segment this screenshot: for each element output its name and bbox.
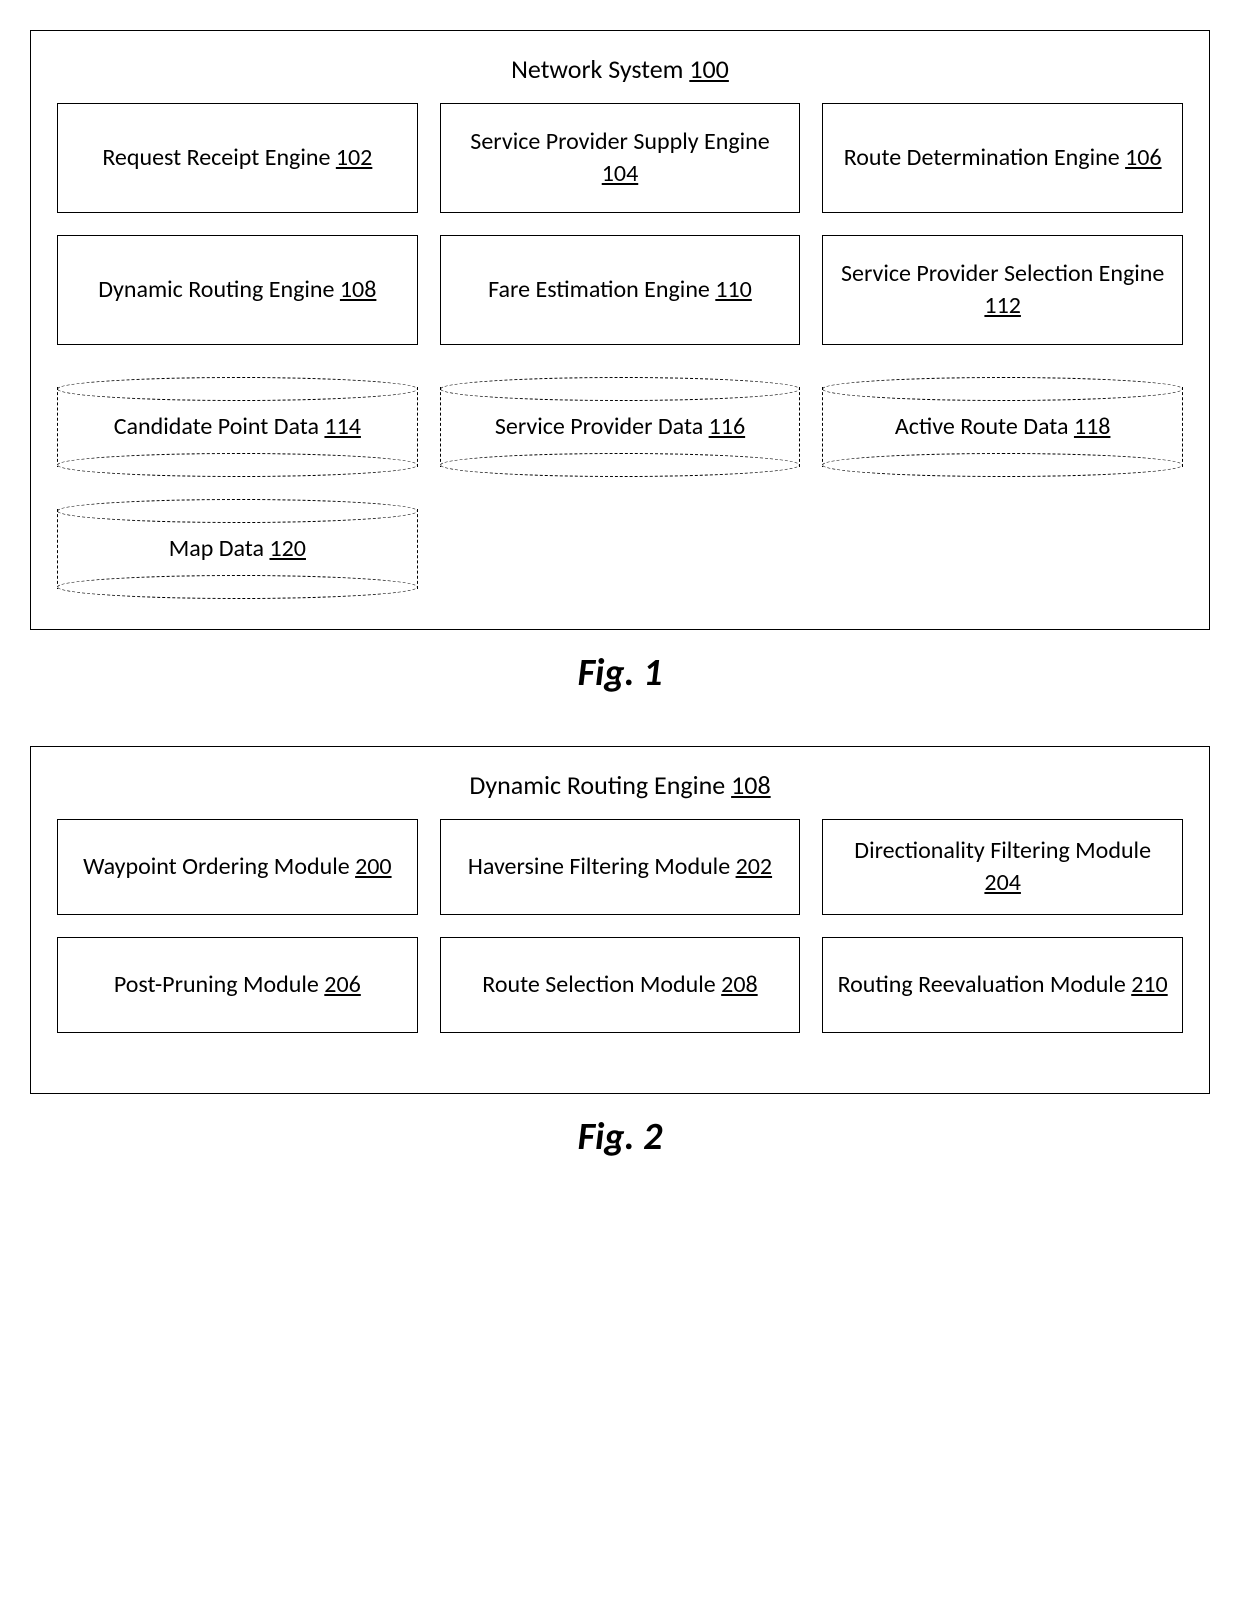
box-label: Service Provider Supply Engine: [470, 127, 769, 156]
box-ref: 108: [340, 275, 377, 304]
figure-2-title: Dynamic Routing Engine 108: [57, 769, 1183, 801]
cylinder-ref: 120: [269, 534, 306, 563]
box-fare-estimation-engine: Fare Estimation Engine 110: [440, 235, 801, 345]
box-label: Request Receipt Engine: [102, 143, 330, 172]
box-route-determination-engine: Route Determination Engine 106: [822, 103, 1183, 213]
figure-1-caption: Fig. 1: [30, 650, 1210, 696]
cylinder-active-route-data: Active Route Data 118: [822, 377, 1183, 477]
box-route-selection-module: Route Selection Module 208: [440, 937, 801, 1033]
box-request-receipt-engine: Request Receipt Engine 102: [57, 103, 418, 213]
box-service-provider-selection-engine: Service Provider Selection Engine 112: [822, 235, 1183, 345]
box-ref: 202: [736, 852, 773, 881]
cylinder-bottom-icon: [440, 453, 801, 477]
cylinder-candidate-point-data: Candidate Point Data 114: [57, 377, 418, 477]
box-service-provider-supply-engine: Service Provider Supply Engine 104: [440, 103, 801, 213]
box-ref: 106: [1125, 143, 1162, 172]
cylinder-map-data: Map Data 120: [57, 499, 418, 599]
box-label: Service Provider Selection Engine: [841, 259, 1164, 288]
box-ref: 112: [984, 291, 1021, 320]
box-dynamic-routing-engine: Dynamic Routing Engine 108: [57, 235, 418, 345]
figure-1: Network System 100 Request Receipt Engin…: [30, 30, 1210, 696]
cylinder-label: Service Provider Data: [495, 412, 703, 441]
figure-1-title-label: Network System: [511, 53, 683, 85]
cylinder-ref: 118: [1074, 412, 1111, 441]
cylinder-ref: 116: [709, 412, 746, 441]
box-label: Waypoint Ordering Module: [83, 852, 350, 881]
box-label: Post-Pruning Module: [114, 970, 319, 999]
figure-1-container: Network System 100 Request Receipt Engin…: [30, 30, 1210, 630]
box-ref: 102: [336, 143, 373, 172]
cylinder-label: Map Data: [169, 534, 264, 563]
cylinder-bottom-icon: [57, 575, 418, 599]
figure-2-container: Dynamic Routing Engine 108 Waypoint Orde…: [30, 746, 1210, 1094]
cylinder-ref: 114: [324, 412, 361, 441]
box-ref: 208: [721, 970, 758, 999]
box-label: Dynamic Routing Engine: [98, 275, 334, 304]
box-ref: 206: [324, 970, 361, 999]
figure-2-grid: Waypoint Ordering Module 200 Haversine F…: [57, 819, 1183, 1033]
figure-2-title-label: Dynamic Routing Engine: [469, 769, 725, 801]
figure-2-title-ref: 108: [731, 769, 771, 801]
cylinder-service-provider-data: Service Provider Data 116: [440, 377, 801, 477]
box-post-pruning-module: Post-Pruning Module 206: [57, 937, 418, 1033]
figure-1-cylinder-grid: Candidate Point Data 114 Service Provide…: [57, 377, 1183, 599]
box-label: Fare Estimation Engine: [488, 275, 710, 304]
box-ref: 110: [715, 275, 752, 304]
box-ref: 200: [355, 852, 392, 881]
box-directionality-filtering-module: Directionality Filtering Module 204: [822, 819, 1183, 915]
box-waypoint-ordering-module: Waypoint Ordering Module 200: [57, 819, 418, 915]
figure-2: Dynamic Routing Engine 108 Waypoint Orde…: [30, 746, 1210, 1160]
figure-2-caption: Fig. 2: [30, 1114, 1210, 1160]
box-label: Directionality Filtering Module: [854, 836, 1151, 865]
box-ref: 210: [1131, 970, 1168, 999]
box-routing-reevaluation-module: Routing Reevaluation Module 210: [822, 937, 1183, 1033]
box-label: Haversine Filtering Module: [468, 852, 730, 881]
cylinder-label: Active Route Data: [895, 412, 1069, 441]
cylinder-bottom-icon: [822, 453, 1183, 477]
figure-1-rect-grid: Request Receipt Engine 102 Service Provi…: [57, 103, 1183, 345]
box-label: Route Selection Module: [482, 970, 715, 999]
cylinder-bottom-icon: [57, 453, 418, 477]
box-ref: 204: [984, 868, 1021, 897]
box-ref: 104: [602, 159, 639, 188]
figure-1-title: Network System 100: [57, 53, 1183, 85]
box-label: Route Determination Engine: [844, 143, 1120, 172]
cylinder-label: Candidate Point Data: [114, 412, 319, 441]
figure-1-title-ref: 100: [689, 53, 729, 85]
box-haversine-filtering-module: Haversine Filtering Module 202: [440, 819, 801, 915]
box-label: Routing Reevaluation Module: [838, 970, 1126, 999]
